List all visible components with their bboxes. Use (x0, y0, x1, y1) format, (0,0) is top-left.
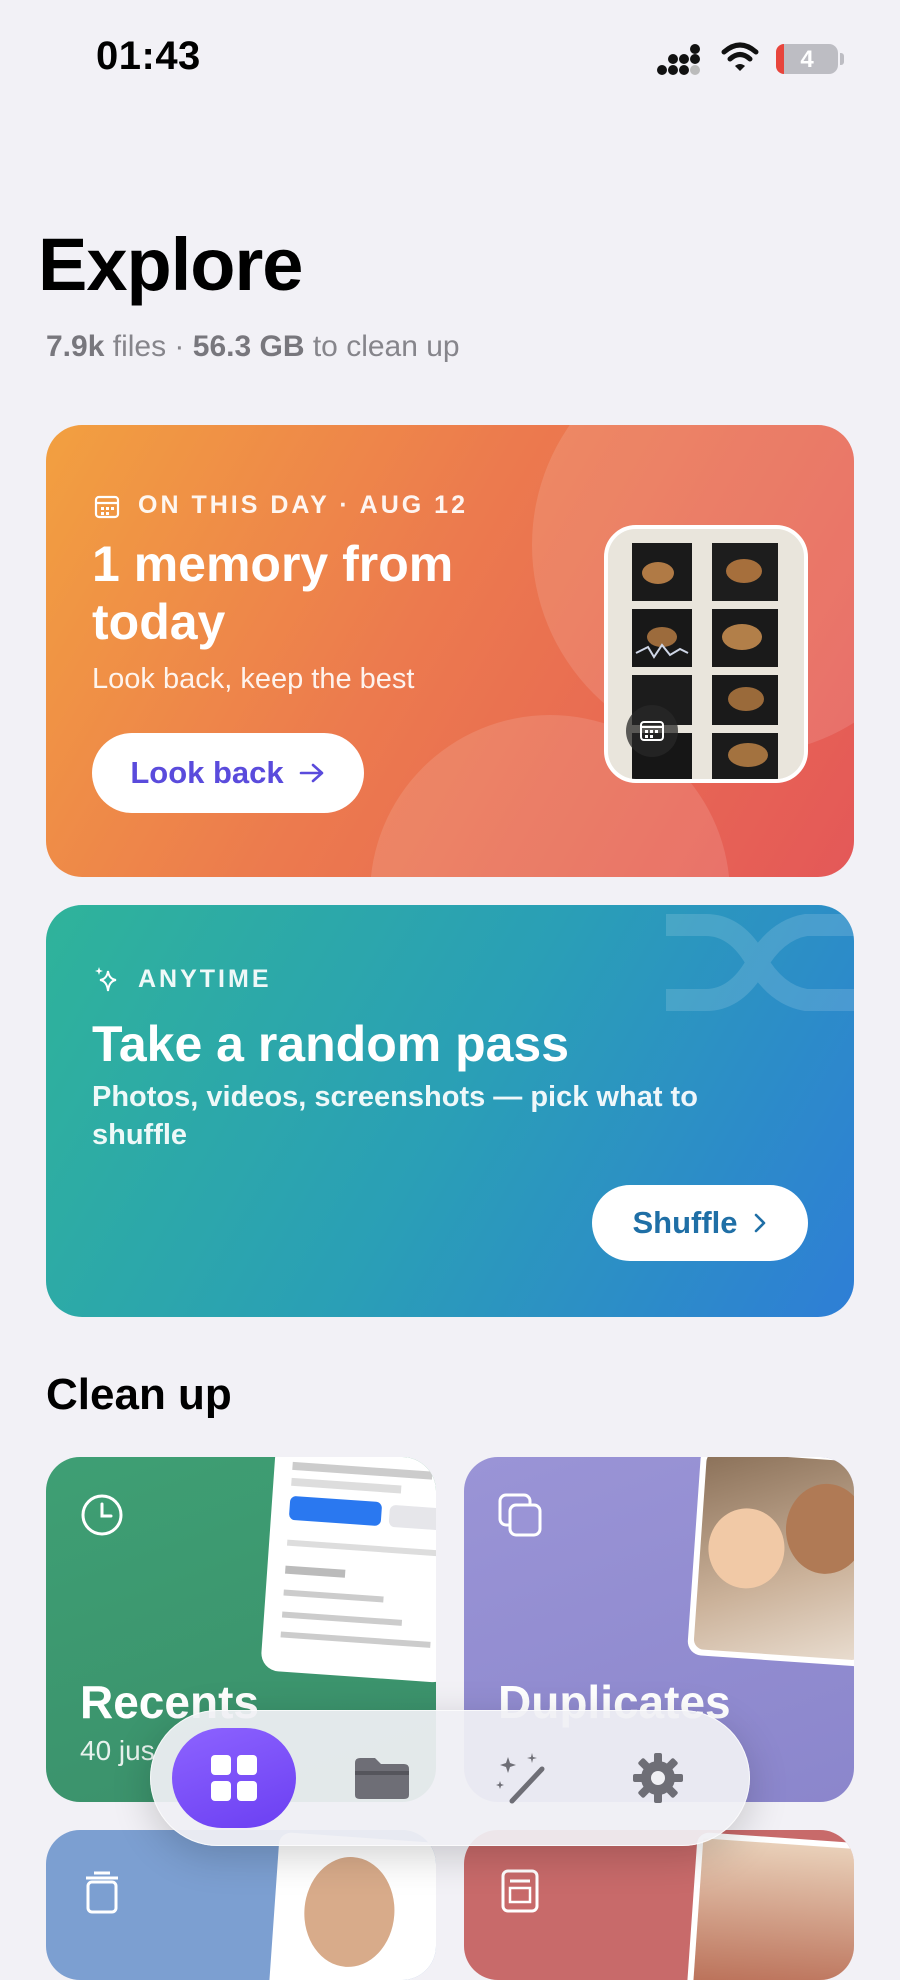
random-eyebrow: ANYTIME (138, 965, 272, 993)
cleanup-suffix: to clean up (312, 330, 460, 363)
recents-preview (260, 1457, 436, 1684)
files-word: files · (112, 330, 185, 363)
battery-indicator: 4 (776, 44, 838, 74)
look-back-button[interactable]: Look back (92, 733, 364, 813)
memory-title-line1: 1 memory from (92, 536, 454, 592)
cleanup-size: 56.3 GB (192, 330, 305, 363)
trash-tile[interactable] (46, 1830, 436, 1980)
cellular-signal-icon (657, 44, 700, 75)
trash-can-icon (86, 1871, 118, 1914)
wifi-icon (721, 42, 759, 71)
duplicates-preview (686, 1457, 854, 1668)
tab-bar (150, 1710, 750, 1846)
status-time: 01:43 (96, 34, 201, 78)
clock-icon (81, 1494, 123, 1536)
battery-tip (840, 53, 844, 65)
folder-icon (355, 1758, 409, 1799)
memory-thumbnail[interactable] (604, 525, 808, 783)
battery-level: 4 (800, 46, 814, 73)
shuffle-label: Shuffle (632, 1205, 738, 1240)
random-subtitle-line2: shuffle (92, 1119, 188, 1151)
grid-icon (211, 1755, 257, 1801)
tab-explore[interactable] (172, 1728, 296, 1828)
gear-icon (633, 1753, 683, 1803)
look-back-label: Look back (130, 755, 284, 790)
documents-tile[interactable] (464, 1830, 854, 1980)
calendar-badge-icon (626, 705, 678, 757)
on-this-day-card[interactable]: ON THIS DAY · AUG 12 1 memory from today… (46, 425, 854, 877)
duplicate-icon (498, 1493, 542, 1537)
memory-title-line2: today (92, 594, 226, 650)
memory-eyebrow: ON THIS DAY · AUG 12 (138, 491, 468, 519)
section-title-clean-up: Clean up (46, 1370, 232, 1419)
magic-wand-icon (496, 1753, 545, 1804)
calendar-icon (94, 495, 120, 519)
document-image-icon (501, 1869, 539, 1913)
tab-magic[interactable] (460, 1728, 584, 1828)
chevron-right-icon (754, 1213, 765, 1233)
files-count: 7.9k (46, 330, 105, 363)
storage-summary: 7.9k files · 56.3 GB to clean up (46, 330, 460, 364)
page-title: Explore (38, 223, 303, 306)
shuffle-button[interactable]: Shuffle (592, 1185, 808, 1261)
trash-preview (268, 1831, 436, 1980)
recents-sub: 40 jus (80, 1735, 155, 1766)
sparkle-icon (95, 967, 117, 992)
tab-files[interactable] (320, 1728, 444, 1828)
memory-subtitle: Look back, keep the best (92, 663, 415, 695)
random-subtitle-line1: Photos, videos, screenshots — pick what … (92, 1081, 698, 1113)
random-pass-card[interactable]: ANYTIME Take a random pass Photos, video… (46, 905, 854, 1317)
shuffle-watermark-icon (666, 914, 854, 1011)
tab-settings[interactable] (596, 1728, 720, 1828)
documents-preview (686, 1831, 854, 1980)
arrow-right-icon (299, 763, 323, 783)
random-title: Take a random pass (92, 1016, 570, 1072)
